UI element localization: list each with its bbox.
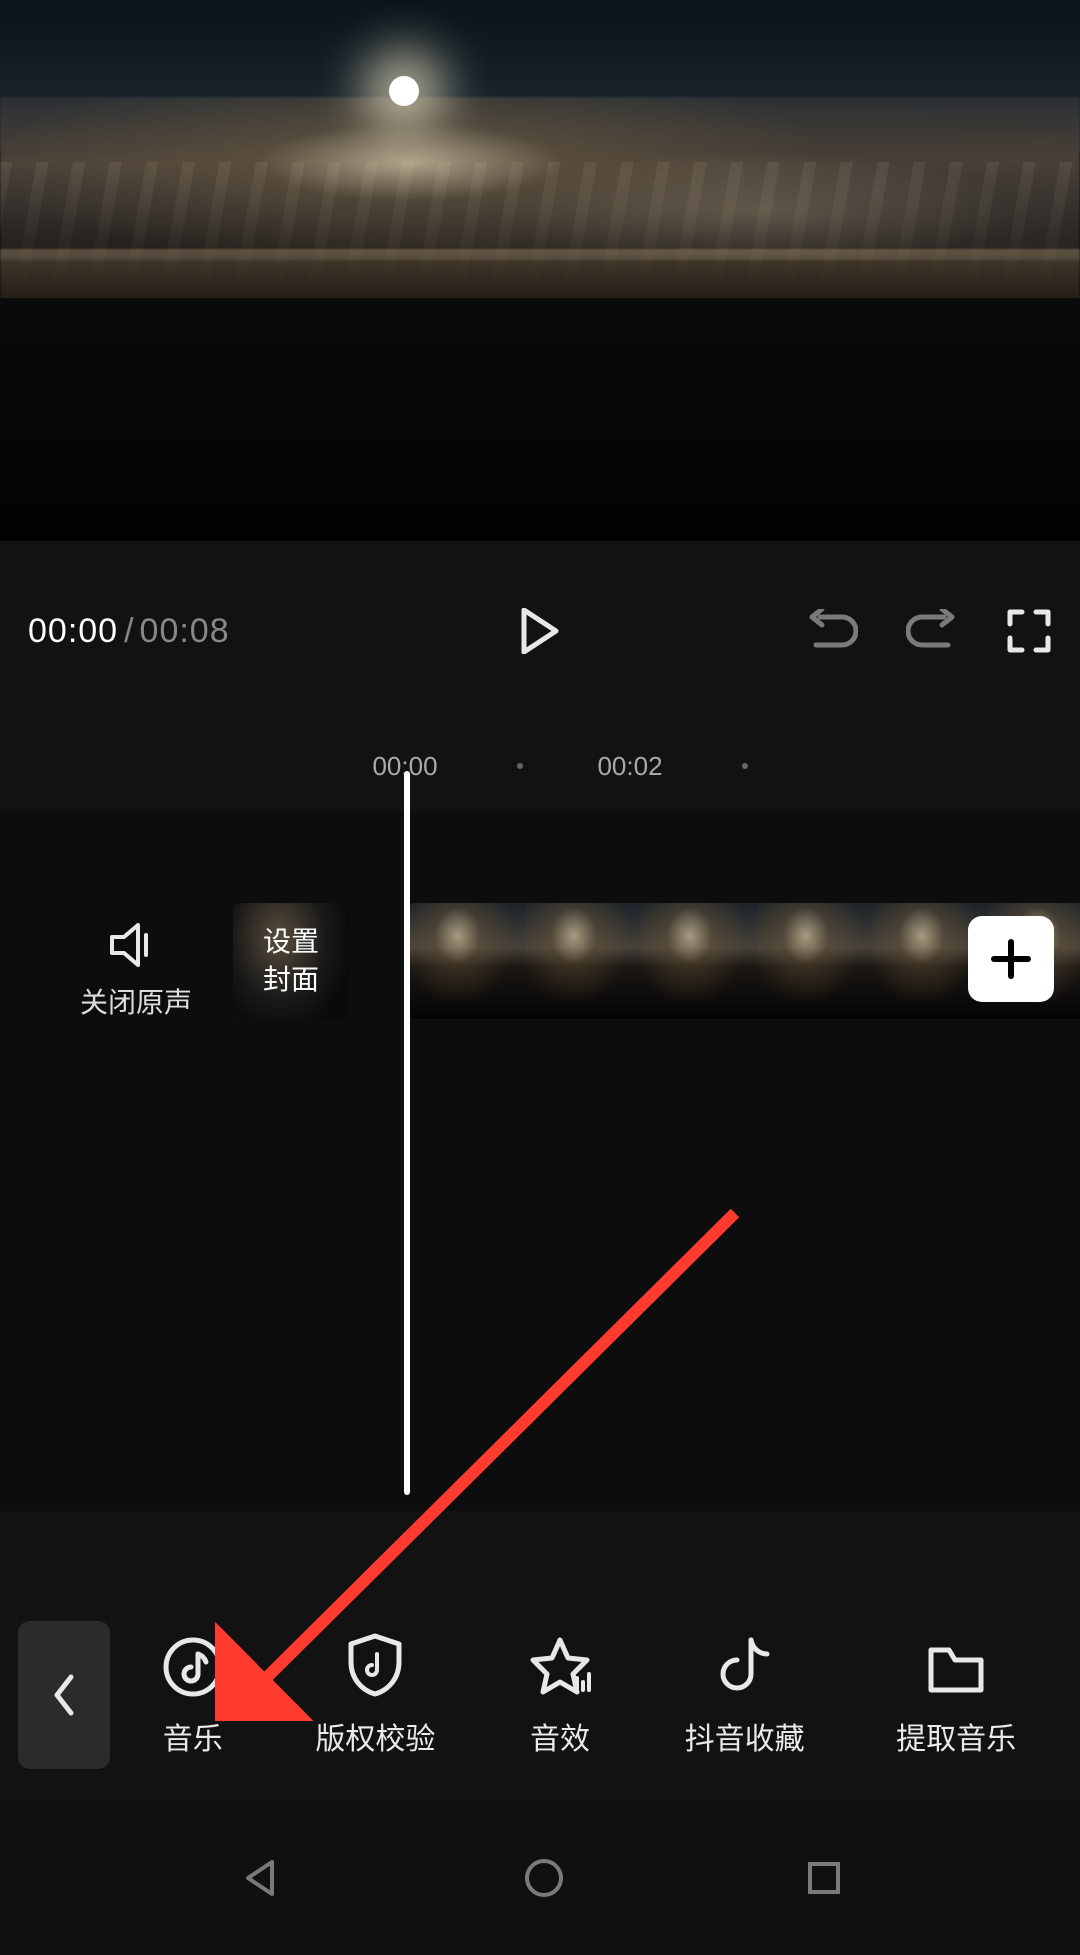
toolbar-label: 音效 (530, 1714, 590, 1758)
shield-icon (345, 1632, 405, 1698)
ruler-tick (742, 763, 748, 769)
toolbar-item-music[interactable]: 音乐 (162, 1636, 224, 1758)
clip-frame (525, 903, 641, 1019)
cover-label: 设置 封面 (263, 923, 319, 999)
toolbar-back-button[interactable] (18, 1621, 110, 1769)
folder-icon (925, 1640, 987, 1698)
preview-frame (0, 0, 1080, 541)
toolbar-item-extract-music[interactable]: 提取音乐 (896, 1640, 1016, 1758)
toolbar-item-copyright[interactable]: 版权校验 (315, 1632, 435, 1758)
music-icon (162, 1636, 224, 1698)
toolbar-label: 抖音收藏 (685, 1714, 805, 1758)
time-total: 00:08 (140, 612, 230, 651)
video-preview[interactable] (0, 0, 1080, 541)
ruler-tick (517, 763, 523, 769)
clip-frame (757, 903, 873, 1019)
timeline[interactable]: 关闭原声 设置 封面 (0, 811, 1080, 1511)
playhead[interactable] (404, 771, 410, 1495)
time-separator: / (124, 612, 133, 651)
video-editor-screen: 00:00 / 00:08 00:00 00:02 (0, 0, 1080, 1955)
redo-button[interactable] (906, 609, 958, 653)
clip-frame (409, 903, 525, 1019)
mute-original-audio-button[interactable]: 关闭原声 (80, 921, 192, 1021)
ruler-mark: 00:02 (597, 751, 662, 782)
toolbar-label: 音乐 (163, 1714, 223, 1758)
toolbar-label: 版权校验 (315, 1714, 435, 1758)
undo-button[interactable] (806, 609, 858, 653)
star-icon (527, 1634, 593, 1698)
clip-frame (641, 903, 757, 1019)
nav-home-button[interactable] (520, 1854, 568, 1902)
fullscreen-button[interactable] (1006, 608, 1052, 654)
add-clip-button[interactable] (968, 916, 1054, 1002)
audio-toolbar: 音乐 版权校验 音效 抖音收 (0, 1590, 1080, 1800)
mute-label: 关闭原声 (80, 981, 192, 1021)
nav-back-button[interactable] (236, 1854, 284, 1902)
time-current: 00:00 (28, 612, 118, 651)
toolbar-item-sfx[interactable]: 音效 (527, 1634, 593, 1758)
play-button[interactable] (520, 608, 560, 654)
toolbar-item-douyin-favorites[interactable]: 抖音收藏 (685, 1634, 805, 1758)
timeline-ruler[interactable]: 00:00 00:02 (0, 721, 1080, 811)
douyin-icon (717, 1634, 773, 1698)
nav-recent-button[interactable] (804, 1858, 844, 1898)
playback-controls: 00:00 / 00:08 (0, 541, 1080, 721)
system-nav-bar (0, 1800, 1080, 1955)
set-cover-button[interactable]: 设置 封面 (233, 903, 349, 1019)
toolbar-label: 提取音乐 (896, 1714, 1016, 1758)
